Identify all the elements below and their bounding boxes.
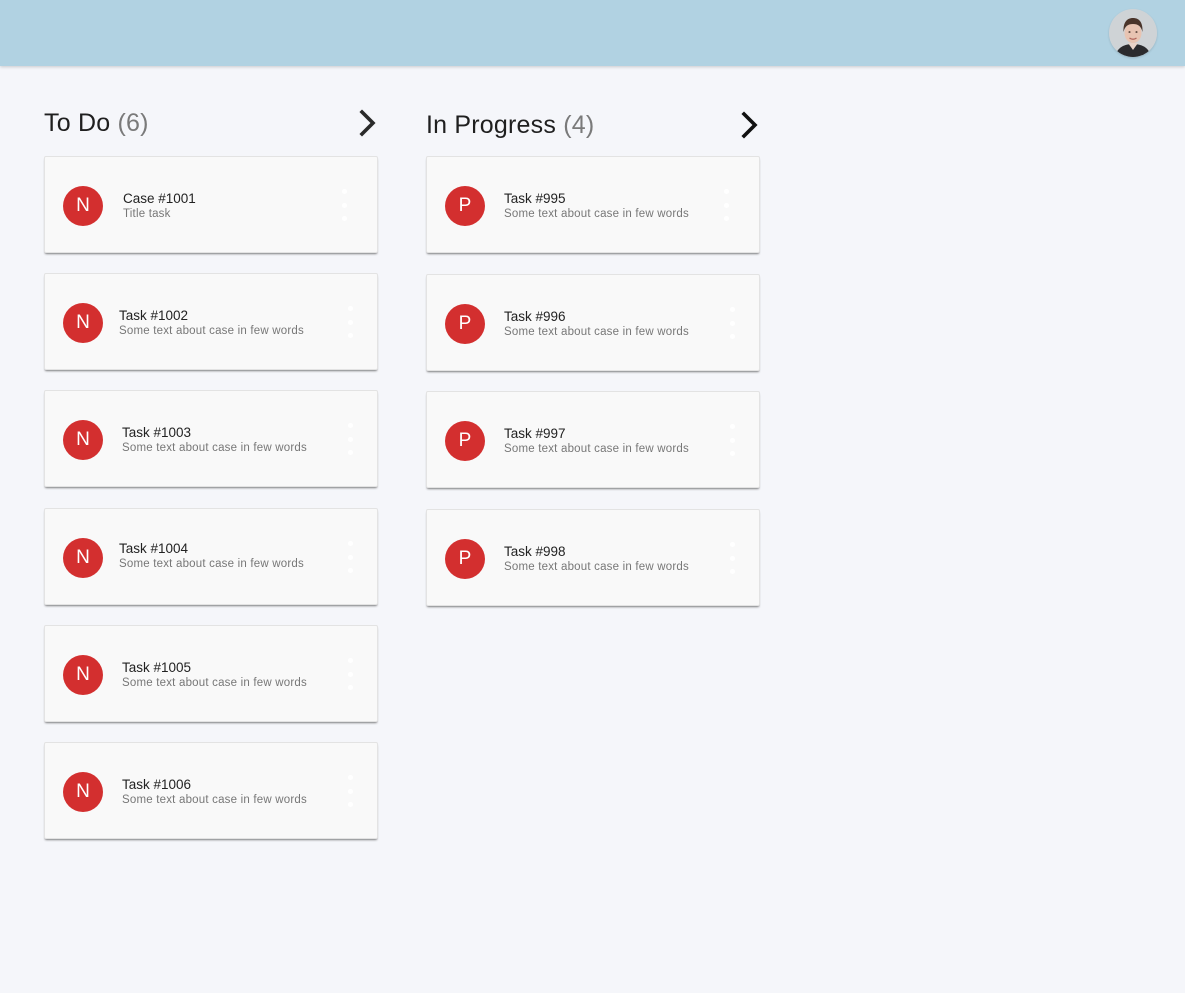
- card-text: Task #995 Some text about case in few wo…: [504, 191, 724, 221]
- card-avatar: P: [445, 186, 485, 226]
- column-count: 4: [563, 111, 594, 139]
- chevron-right-icon: [741, 111, 758, 139]
- card-avatar: N: [63, 186, 103, 226]
- expand-column-button[interactable]: [354, 103, 378, 143]
- card-avatar: N: [63, 303, 103, 343]
- more-vertical-icon[interactable]: [339, 189, 349, 221]
- more-vertical-icon[interactable]: [727, 424, 737, 456]
- card-title: Task #996: [504, 309, 566, 324]
- column-title: To Do 6: [44, 109, 149, 138]
- column-count: 6: [117, 109, 148, 137]
- card-avatar: P: [445, 539, 485, 579]
- column-title-text: In Progress: [426, 110, 557, 139]
- card-text: Task #996 Some text about case in few wo…: [504, 309, 724, 339]
- more-vertical-icon[interactable]: [345, 658, 355, 690]
- card-title: Task #998: [504, 544, 566, 559]
- card-title: Task #1003: [122, 425, 192, 440]
- card-avatar: N: [63, 772, 103, 812]
- card-avatar: N: [63, 538, 103, 578]
- card-text: Task #1005 Some text about case in few w…: [122, 660, 342, 690]
- user-avatar-photo: [1109, 9, 1157, 57]
- task-card[interactable]: P Task #995 Some text about case in few …: [426, 156, 760, 253]
- more-vertical-icon[interactable]: [345, 541, 355, 573]
- task-card[interactable]: N Task #1003 Some text about case in few…: [44, 390, 378, 487]
- card-avatar: N: [63, 655, 103, 695]
- user-avatar[interactable]: [1109, 9, 1157, 57]
- chevron-right-icon: [359, 109, 376, 137]
- column-title-text: To Do: [44, 108, 111, 137]
- task-card[interactable]: N Task #1006 Some text about case in few…: [44, 742, 378, 839]
- card-title: Task #995: [504, 191, 566, 206]
- top-app-bar: [0, 0, 1185, 66]
- card-text: Task #1004 Some text about case in few w…: [119, 541, 339, 571]
- column-header: In Progress 4: [426, 105, 760, 145]
- expand-column-button[interactable]: [736, 105, 760, 145]
- card-subtitle: Some text about case in few words: [119, 325, 304, 337]
- card-title: Task #1005: [122, 660, 192, 675]
- card-text: Task #997 Some text about case in few wo…: [504, 426, 724, 456]
- card-title: Task #1002: [119, 308, 189, 323]
- more-vertical-icon[interactable]: [345, 775, 355, 807]
- card-subtitle: Some text about case in few words: [504, 208, 689, 220]
- task-card[interactable]: N Task #1005 Some text about case in few…: [44, 625, 378, 722]
- task-card[interactable]: N Task #1002 Some text about case in few…: [44, 273, 378, 370]
- task-card[interactable]: P Task #997 Some text about case in few …: [426, 391, 760, 488]
- card-text: Task #1002 Some text about case in few w…: [119, 308, 339, 338]
- more-vertical-icon[interactable]: [345, 423, 355, 455]
- card-title: Case #1001: [123, 191, 196, 206]
- task-card[interactable]: P Task #998 Some text about case in few …: [426, 509, 760, 606]
- card-text: Case #1001 Title task: [123, 191, 343, 221]
- task-card[interactable]: N Task #1004 Some text about case in few…: [44, 508, 378, 605]
- card-title: Task #1006: [122, 777, 192, 792]
- more-vertical-icon[interactable]: [727, 307, 737, 339]
- card-avatar: P: [445, 421, 485, 461]
- card-text: Task #1003 Some text about case in few w…: [122, 425, 342, 455]
- card-title: Task #997: [504, 426, 566, 441]
- card-title: Task #1004: [119, 541, 189, 556]
- card-subtitle: Some text about case in few words: [122, 794, 307, 806]
- column-header: To Do 6: [44, 103, 378, 143]
- more-vertical-icon[interactable]: [721, 189, 731, 221]
- card-subtitle: Some text about case in few words: [122, 677, 307, 689]
- card-subtitle: Some text about case in few words: [504, 561, 689, 573]
- card-subtitle: Some text about case in few words: [122, 442, 307, 454]
- more-vertical-icon[interactable]: [345, 306, 355, 338]
- task-card[interactable]: N Case #1001 Title task: [44, 156, 378, 253]
- more-vertical-icon[interactable]: [727, 542, 737, 574]
- column-title: In Progress 4: [426, 111, 594, 140]
- card-subtitle: Title task: [123, 208, 171, 220]
- task-card[interactable]: P Task #996 Some text about case in few …: [426, 274, 760, 371]
- card-subtitle: Some text about case in few words: [504, 443, 689, 455]
- card-avatar: N: [63, 420, 103, 460]
- card-subtitle: Some text about case in few words: [504, 326, 689, 338]
- card-subtitle: Some text about case in few words: [119, 558, 304, 570]
- card-text: Task #1006 Some text about case in few w…: [122, 777, 342, 807]
- card-text: Task #998 Some text about case in few wo…: [504, 544, 724, 574]
- card-avatar: P: [445, 304, 485, 344]
